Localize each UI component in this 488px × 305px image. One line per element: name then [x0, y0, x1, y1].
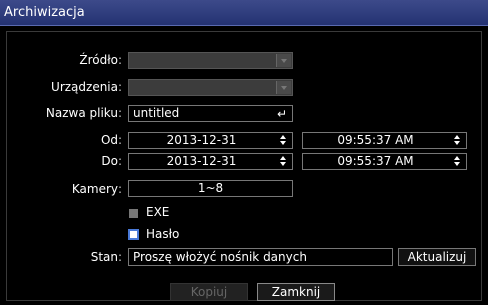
devices-select[interactable]: [128, 79, 293, 96]
status-label: Stan: [90, 250, 118, 264]
filename-value: untitled: [133, 106, 180, 120]
filename-colon: :: [118, 106, 123, 120]
cameras-colon: :: [118, 182, 123, 196]
exe-checkbox[interactable]: [129, 209, 138, 218]
spin-arrows-icon[interactable]: [277, 134, 289, 147]
cameras-value: 1~8: [197, 181, 224, 195]
from-colon: :: [118, 133, 123, 147]
status-colon: :: [118, 250, 123, 264]
window-title: Archiwizacja: [4, 5, 85, 20]
source-colon: :: [118, 53, 123, 67]
filename-label: Nazwa pliku: [45, 106, 118, 120]
devices-label: Urządzenia: [51, 80, 118, 94]
title-bar: Archiwizacja: [0, 0, 488, 26]
to-time-value: 09:55:37 AM: [337, 154, 414, 168]
from-label: Od: [100, 133, 118, 147]
chevron-down-icon[interactable]: [276, 81, 291, 94]
cameras-label: Kamery: [71, 182, 118, 196]
from-time-value: 09:55:37 AM: [337, 133, 414, 147]
status-field: Proszę włożyć nośnik danych: [128, 248, 393, 266]
spin-arrows-icon[interactable]: [451, 134, 463, 147]
source-select[interactable]: [128, 52, 293, 69]
cameras-field[interactable]: 1~8: [128, 180, 293, 197]
source-label: Źródło: [79, 53, 118, 67]
copy-button[interactable]: Kopiuj: [170, 283, 248, 301]
to-date-value: 2013-12-31: [166, 154, 237, 168]
from-date-value: 2013-12-31: [166, 133, 237, 147]
chevron-down-icon[interactable]: [276, 54, 291, 67]
from-time-field[interactable]: 09:55:37 AM: [302, 132, 467, 149]
password-checkbox[interactable]: [128, 229, 139, 240]
password-label: Hasło: [146, 227, 180, 241]
spin-arrows-icon[interactable]: [277, 155, 289, 168]
to-colon: :: [118, 154, 123, 168]
refresh-button[interactable]: Aktualizuj: [398, 248, 476, 266]
to-label: Do: [101, 154, 118, 168]
devices-colon: :: [118, 80, 123, 94]
filename-input[interactable]: untitled ↵: [128, 105, 293, 122]
spin-arrows-icon[interactable]: [451, 155, 463, 168]
close-button[interactable]: Zamknij: [257, 283, 335, 301]
enter-icon[interactable]: ↵: [277, 108, 287, 120]
to-time-field[interactable]: 09:55:37 AM: [302, 153, 467, 170]
exe-label: EXE: [146, 205, 170, 219]
from-date-field[interactable]: 2013-12-31: [128, 132, 293, 149]
to-date-field[interactable]: 2013-12-31: [128, 153, 293, 170]
status-value: Proszę włożyć nośnik danych: [133, 250, 307, 264]
